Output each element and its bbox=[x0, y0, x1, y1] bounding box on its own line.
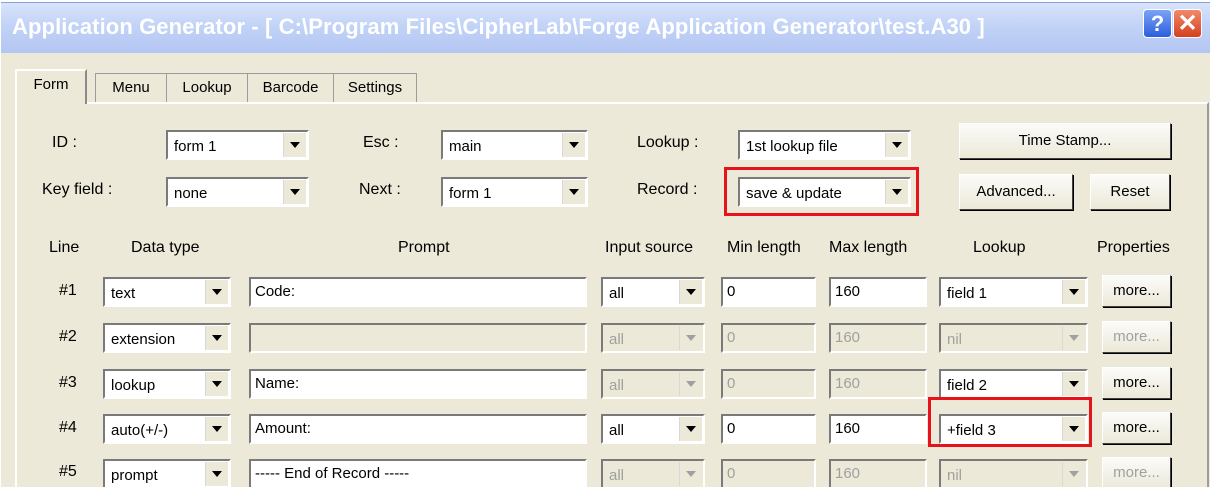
tab-settings[interactable]: Settings bbox=[333, 73, 417, 102]
next-dropdown[interactable]: form 1 bbox=[441, 177, 588, 207]
row-line-number: #2 bbox=[59, 328, 77, 345]
row1-input-source-dropdown[interactable]: all bbox=[601, 277, 705, 307]
record-highlight-box bbox=[724, 167, 919, 216]
chevron-down-icon[interactable] bbox=[1062, 372, 1085, 396]
next-label: Next : bbox=[359, 181, 401, 198]
row5-max-length-input: 160 bbox=[829, 459, 927, 487]
row2-prompt-input bbox=[249, 323, 587, 353]
chevron-down-icon[interactable] bbox=[562, 133, 585, 157]
id-dropdown[interactable]: form 1 bbox=[166, 130, 309, 160]
row5-lookup-dropdown: nil bbox=[939, 459, 1088, 487]
row2-lookup-dropdown: nil bbox=[939, 323, 1088, 353]
application-generator-window: Application Generator - [ C:\Program Fil… bbox=[1, 2, 1210, 487]
help-icon[interactable]: ? bbox=[1143, 9, 1172, 38]
chevron-down-icon bbox=[1062, 326, 1085, 350]
row1-min-length-input[interactable]: 0 bbox=[721, 277, 816, 307]
row-line-number: #1 bbox=[59, 282, 77, 299]
row-line-number: #3 bbox=[59, 374, 77, 391]
chevron-down-icon[interactable] bbox=[205, 280, 228, 304]
row-line-number: #5 bbox=[59, 463, 77, 480]
row-line-number: #4 bbox=[59, 419, 77, 436]
chevron-down-icon bbox=[679, 326, 702, 350]
row3-min-length-input: 0 bbox=[721, 369, 816, 399]
row3-max-length-input: 160 bbox=[829, 369, 927, 399]
key-field-label: Key field : bbox=[42, 181, 113, 198]
row2-data-type-dropdown[interactable]: extension bbox=[103, 323, 231, 353]
column-header-max-length: Max length bbox=[829, 239, 908, 256]
row4-max-length-input[interactable]: 160 bbox=[829, 414, 927, 444]
close-icon[interactable]: ✕ bbox=[1173, 9, 1202, 38]
chevron-down-icon[interactable] bbox=[562, 180, 585, 204]
tab-form[interactable]: Form bbox=[15, 69, 87, 104]
esc-label: Esc : bbox=[363, 134, 399, 151]
row4-min-length-input[interactable]: 0 bbox=[721, 414, 816, 444]
chevron-down-icon bbox=[679, 462, 702, 486]
advanced-button[interactable]: Advanced... bbox=[959, 174, 1073, 210]
row1-lookup-dropdown[interactable]: field 1 bbox=[939, 277, 1088, 307]
row2-input-source-dropdown: all bbox=[601, 323, 705, 353]
id-label: ID : bbox=[52, 134, 77, 151]
chevron-down-icon[interactable] bbox=[679, 280, 702, 304]
chevron-down-icon[interactable] bbox=[205, 417, 228, 441]
column-header-data-type: Data type bbox=[131, 239, 200, 256]
window-title: Application Generator - [ C:\Program Fil… bbox=[12, 14, 985, 39]
tab-menu[interactable]: Menu bbox=[95, 73, 167, 102]
row3-data-type-dropdown[interactable]: lookup bbox=[103, 369, 231, 399]
chevron-down-icon bbox=[1062, 462, 1085, 486]
chevron-down-icon[interactable] bbox=[283, 133, 306, 157]
row5-input-source-dropdown: all bbox=[601, 459, 705, 487]
row5-prompt-input[interactable]: ----- End of Record ----- bbox=[249, 459, 587, 487]
chevron-down-icon[interactable] bbox=[885, 133, 908, 157]
row2-min-length-input: 0 bbox=[721, 323, 816, 353]
row5-min-length-input: 0 bbox=[721, 459, 816, 487]
row5-more-button: more... bbox=[1102, 457, 1171, 487]
tab-barcode[interactable]: Barcode bbox=[247, 73, 334, 102]
row3-input-source-dropdown: all bbox=[601, 369, 705, 399]
row1-max-length-input[interactable]: 160 bbox=[829, 277, 927, 307]
column-header-line: Line bbox=[49, 239, 80, 256]
column-header-input-source: Input source bbox=[605, 239, 694, 256]
column-header-properties: Properties bbox=[1097, 239, 1170, 256]
column-header-min-length: Min length bbox=[727, 239, 801, 256]
row4-more-button[interactable]: more... bbox=[1102, 412, 1171, 444]
chevron-down-icon[interactable] bbox=[205, 326, 228, 350]
row1-prompt-input[interactable]: Code: bbox=[249, 277, 587, 307]
record-label: Record : bbox=[637, 181, 698, 198]
key-field-dropdown[interactable]: none bbox=[166, 177, 309, 207]
esc-dropdown[interactable]: main bbox=[441, 130, 588, 160]
row4-input-source-dropdown[interactable]: all bbox=[601, 414, 705, 444]
chevron-down-icon[interactable] bbox=[205, 372, 228, 396]
row4-data-type-dropdown[interactable]: auto(+/-) bbox=[103, 414, 231, 444]
tab-lookup[interactable]: Lookup bbox=[166, 73, 248, 102]
chevron-down-icon[interactable] bbox=[679, 417, 702, 441]
title-bar[interactable]: Application Generator - [ C:\Program Fil… bbox=[1, 3, 1210, 53]
lookup-dropdown[interactable]: 1st lookup file bbox=[738, 130, 911, 160]
row2-more-button: more... bbox=[1102, 321, 1171, 353]
row2-max-length-input: 160 bbox=[829, 323, 927, 353]
chevron-down-icon[interactable] bbox=[1062, 280, 1085, 304]
chevron-down-icon[interactable] bbox=[283, 180, 306, 204]
reset-button[interactable]: Reset bbox=[1090, 174, 1170, 210]
row3-lookup-dropdown[interactable]: field 2 bbox=[939, 369, 1088, 399]
lookup-label: Lookup : bbox=[637, 134, 699, 151]
row3-more-button[interactable]: more... bbox=[1102, 367, 1171, 399]
row1-data-type-dropdown[interactable]: text bbox=[103, 277, 231, 307]
row1-more-button[interactable]: more... bbox=[1102, 275, 1171, 307]
time-stamp-button[interactable]: Time Stamp... bbox=[959, 123, 1171, 159]
column-header-lookup: Lookup bbox=[973, 239, 1026, 256]
chevron-down-icon bbox=[679, 372, 702, 396]
row4-prompt-input[interactable]: Amount: bbox=[249, 414, 587, 444]
column-header-prompt: Prompt bbox=[398, 239, 450, 256]
row3-prompt-input[interactable]: Name: bbox=[249, 369, 587, 399]
lookup-highlight-box bbox=[928, 397, 1092, 447]
row5-data-type-dropdown[interactable]: prompt bbox=[103, 459, 231, 487]
chevron-down-icon[interactable] bbox=[205, 462, 228, 486]
